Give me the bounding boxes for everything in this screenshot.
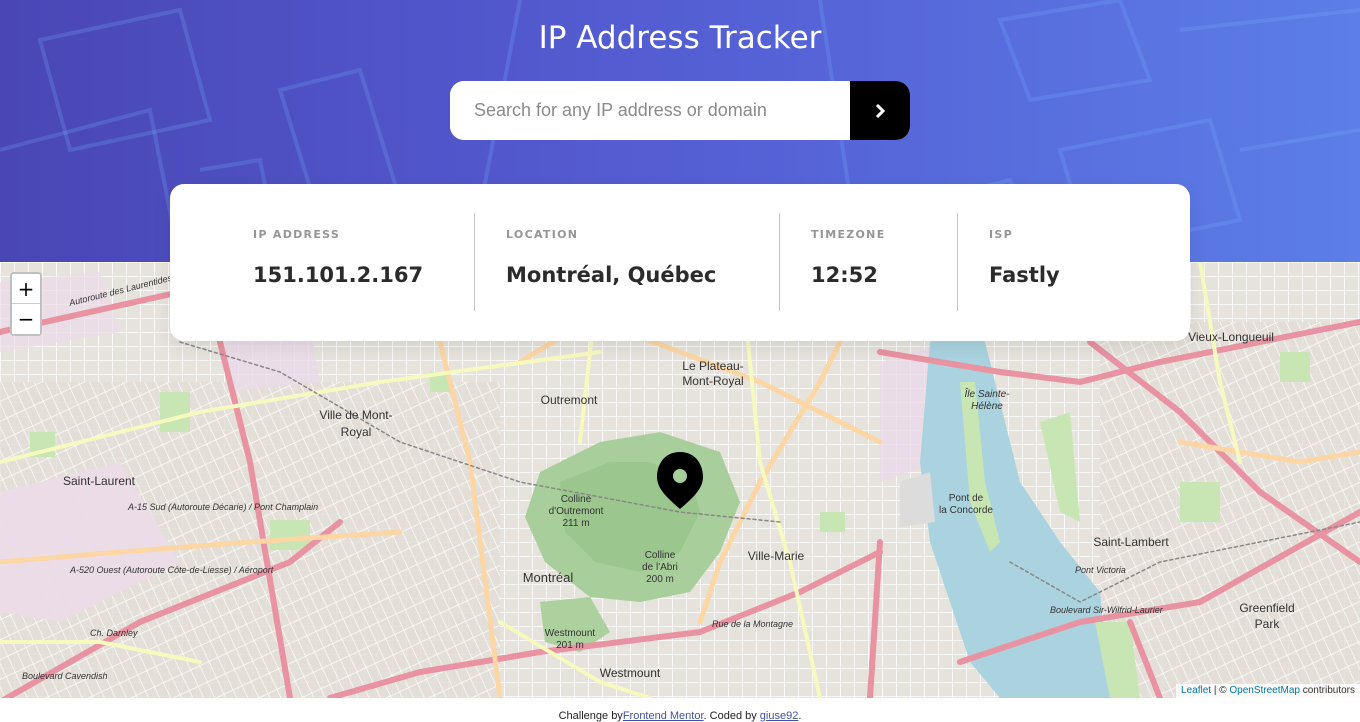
page-title: IP Address Tracker — [538, 20, 822, 56]
isp-section: ISP Fastly — [989, 228, 1060, 287]
footer-prefix: Challenge by — [558, 710, 623, 722]
map-attribution: Leaflet | © OpenStreetMap contributors — [1176, 684, 1360, 698]
map-label-pont-victoria: Pont Victoria — [1075, 565, 1126, 575]
isp-label: ISP — [989, 228, 1013, 241]
map-label-vieux-longueuil: Vieux-Longueuil — [1188, 330, 1274, 344]
attribution-separator: | © — [1211, 685, 1230, 696]
ip-address-section: IP ADDRESS 151.101.2.167 — [253, 228, 423, 287]
map-label-ville-marie: Ville-Marie — [748, 549, 805, 563]
map-label-colline-outremont: 211 m — [562, 518, 589, 529]
map-label-westmount-peak: Westmount — [545, 628, 596, 639]
map-label-colline-abri: Colline — [645, 550, 676, 561]
map-label-colline-outremont: d'Outremont — [549, 506, 604, 517]
map-label-a15: A-15 Sud (Autoroute Décarie) / Pont Cham… — [127, 502, 318, 512]
map-label-mont-royal: Royal — [341, 425, 372, 439]
search-input[interactable] — [450, 81, 850, 140]
attribution-suffix: contributors — [1299, 685, 1355, 696]
ip-info-card: IP ADDRESS 151.101.2.167 LOCATION Montré… — [170, 184, 1190, 341]
zoom-out-button[interactable]: − — [12, 304, 40, 334]
map-label-colline-outremont: Colline — [561, 494, 592, 505]
author-link[interactable]: giuse92 — [760, 710, 799, 722]
map-label-plateau: Le Plateau- — [682, 359, 743, 373]
timezone-section: TIMEZONE 12:52 — [811, 228, 886, 287]
ip-address-value: 151.101.2.167 — [253, 263, 424, 287]
map-label-pont: la Concorde — [939, 505, 993, 516]
map-label-pont: Pont de — [949, 493, 984, 504]
location-label: LOCATION — [506, 228, 579, 241]
footer-middle: . Coded by — [703, 710, 760, 722]
map-label-ch-darnley: Ch. Darnley — [90, 628, 138, 638]
zoom-in-button[interactable]: + — [12, 274, 40, 304]
divider — [474, 213, 475, 311]
footer-suffix: . — [798, 710, 802, 722]
location-value: Montréal, Québec — [506, 263, 717, 287]
frontend-mentor-link[interactable]: Frontend Mentor — [623, 710, 704, 722]
map-label-rue-montagne: Rue de la Montagne — [712, 619, 793, 629]
timezone-label: TIMEZONE — [811, 228, 886, 241]
map-label-ile: Île Sainte- — [964, 387, 1010, 400]
search-submit-button[interactable] — [850, 81, 910, 140]
leaflet-link[interactable]: Leaflet — [1181, 685, 1211, 696]
location-section: LOCATION Montréal, Québec — [506, 228, 716, 287]
map-label-saint-laurent: Saint-Laurent — [63, 474, 136, 488]
map-label-westmount: Westmount — [600, 666, 661, 680]
map-label-boulevard-cavendish: Boulevard Cavendish — [22, 671, 108, 681]
timezone-value: 12:52 — [811, 263, 878, 287]
map-label-boulevard-wilfrid: Boulevard Sir-Wilfrid-Laurier — [1050, 605, 1164, 615]
footer: Challenge byFrontend Mentor. Coded by gi… — [0, 698, 1360, 722]
ip-address-label: IP ADDRESS — [253, 228, 341, 241]
map-label-montreal: Montréal — [523, 570, 574, 585]
chevron-right-icon — [875, 103, 886, 118]
zoom-control: + − — [10, 272, 42, 336]
isp-value: Fastly — [989, 263, 1060, 287]
openstreetmap-link[interactable]: OpenStreetMap — [1229, 685, 1300, 696]
map-label-ile: Hélène — [971, 401, 1003, 412]
map-label-colline-abri: 200 m — [646, 574, 674, 585]
map-label-greenfield: Greenfield — [1239, 601, 1294, 615]
divider — [957, 213, 958, 311]
search-form — [450, 81, 910, 140]
map-label-saint-lambert: Saint-Lambert — [1093, 535, 1169, 549]
map-label-a520: A-520 Ouest (Autoroute Côte-de-Liesse) /… — [69, 565, 274, 575]
map-label-outremont: Outremont — [541, 393, 598, 407]
divider — [779, 213, 780, 311]
map-label-greenfield: Park — [1255, 617, 1281, 631]
map-label-plateau: Mont-Royal — [682, 374, 743, 388]
map-label-mont-royal: Ville de Mont- — [319, 408, 392, 422]
map-label-westmount-peak: 201 m — [556, 640, 584, 651]
map-label-colline-abri: de l'Abri — [642, 562, 678, 573]
